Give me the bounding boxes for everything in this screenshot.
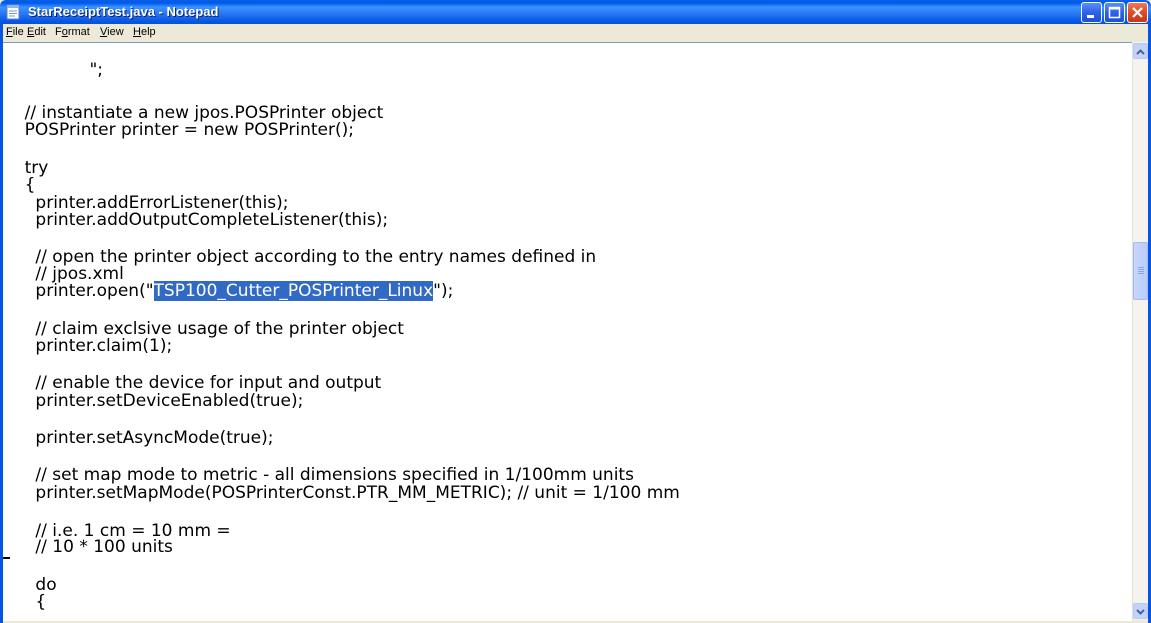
menu-help[interactable]: Help (133, 26, 156, 38)
code-line: printer.setMapMode(POSPrinterConst.PTR_M… (3, 483, 680, 503)
code-line: { (3, 175, 36, 195)
minimize-icon (1087, 15, 1094, 18)
scrollbar-thumb[interactable] (1133, 242, 1148, 300)
menu-file[interactable]: File (6, 26, 24, 38)
window-title: StarReceiptTest.java - Notepad (28, 4, 219, 19)
maximize-icon (1108, 6, 1121, 19)
menu-edit[interactable]: Edit (27, 26, 46, 38)
close-button[interactable] (1127, 2, 1148, 23)
code-line: printer.addOutputCompleteListener(this); (3, 210, 389, 230)
code-line-open: printer.open("TSP100_Cutter_POSPrinter_L… (3, 281, 454, 301)
code-line: printer.setAsyncMode(true); (3, 428, 274, 448)
scroll-up-arrow-icon (1136, 49, 1145, 55)
menu-bar: File Edit Format View Help (3, 24, 1148, 41)
code-line: { (3, 592, 47, 612)
minimize-button[interactable] (1081, 2, 1102, 23)
code-line: // enable the device for input and outpu… (3, 373, 382, 393)
maximize-button[interactable] (1104, 2, 1125, 23)
scroll-up-button[interactable] (1133, 43, 1148, 59)
scroll-down-arrow-icon (1136, 609, 1145, 615)
title-bar[interactable]: StarReceiptTest.java - Notepad (0, 0, 1151, 24)
code-line: printer.setDeviceEnabled(true); (3, 391, 304, 411)
notepad-window: StarReceiptTest.java - Notepad File Edit… (0, 0, 1151, 623)
scroll-down-button[interactable] (1133, 603, 1148, 619)
code-line: // set map mode to metric - all dimensio… (3, 465, 634, 485)
text-cursor (3, 557, 10, 559)
menu-view[interactable]: View (100, 26, 124, 38)
vertical-scrollbar[interactable] (1132, 42, 1148, 620)
selected-text[interactable]: TSP100_Cutter_POSPrinter_Linux (153, 281, 434, 301)
notepad-icon[interactable] (6, 4, 20, 20)
code-line: // 10 * 100 units (3, 537, 173, 557)
text-editor-area[interactable]: "; // instantiate a new jpos.POSPrinter … (3, 42, 1132, 621)
menu-format[interactable]: Format (55, 26, 90, 38)
close-icon (1132, 7, 1143, 18)
code-line: POSPrinter printer = new POSPrinter(); (3, 120, 354, 140)
code-line: "; (3, 60, 104, 80)
code-line: printer.claim(1); (3, 336, 173, 356)
